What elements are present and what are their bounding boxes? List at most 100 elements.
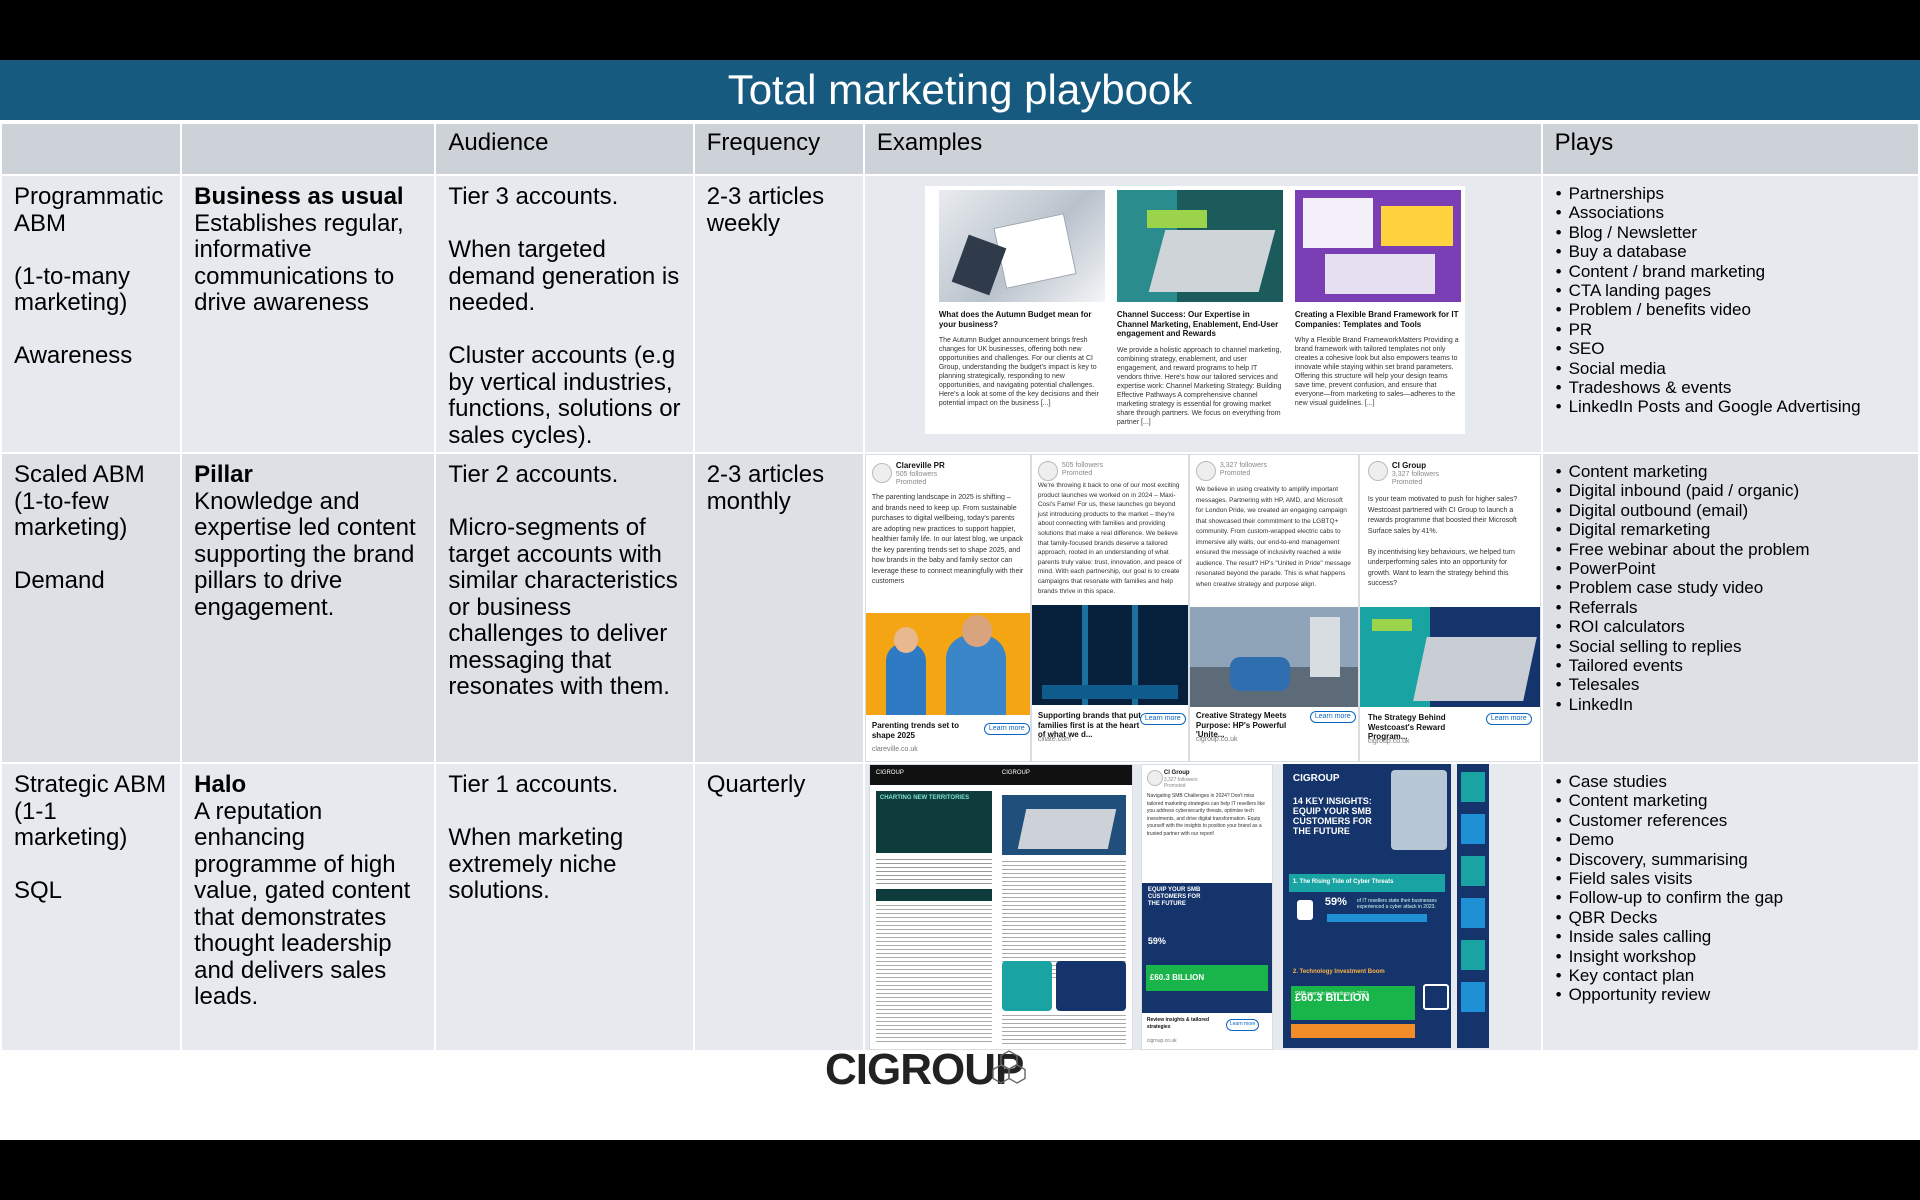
post-promoted: Promoted xyxy=(1163,783,1186,789)
play-item: LinkedIn xyxy=(1556,695,1906,715)
post-text: We believe in using creativity to amplif… xyxy=(1195,486,1351,588)
plays-list: Content marketing Digital inbound (paid … xyxy=(1555,462,1906,715)
post-promoted: Promoted xyxy=(895,479,927,486)
report-brand: CIGROUP xyxy=(1001,770,1030,776)
lock-icon xyxy=(1296,900,1313,920)
poster-stat: 59% xyxy=(1324,896,1347,908)
post-domain: cigroup.co.uk xyxy=(1367,738,1410,745)
post-image xyxy=(1031,605,1188,705)
table-header-row: Audience Frequency Examples Plays xyxy=(2,124,1918,174)
linkedin-post: 505 followers Promoted We're throwing it… xyxy=(1030,454,1189,762)
play-item: Partnerships xyxy=(1556,184,1906,204)
row-examples: CIGROUP CIGROUP CHARTING NEW TERRITORIES xyxy=(864,764,1541,1050)
play-item: Content marketing xyxy=(1556,791,1906,811)
row-strategy: Business as usual Establishes regular, i… xyxy=(182,176,435,452)
qr-code-icon xyxy=(1422,984,1449,1010)
row-audience: Tier 3 accounts. When targeted demand ge… xyxy=(436,176,693,452)
article-title: What does the Autumn Budget mean for you… xyxy=(938,310,1092,329)
row-type: Programmatic ABM (1-to-many marketing) A… xyxy=(2,176,181,452)
play-item: Content marketing xyxy=(1556,462,1906,482)
post-image xyxy=(865,613,1030,715)
article-image-brand xyxy=(1294,190,1461,302)
play-item: SEO xyxy=(1556,339,1906,359)
play-item: Problem / benefits video xyxy=(1556,300,1906,320)
play-item: Blog / Newsletter xyxy=(1556,223,1906,243)
table-row: Programmatic ABM (1-to-many marketing) A… xyxy=(2,176,1918,452)
post-caption: Review insights & tailored strategies xyxy=(1146,1017,1210,1030)
strategy-description: Knowledge and expertise led content supp… xyxy=(194,487,416,621)
row-plays: Content marketing Digital inbound (paid … xyxy=(1542,454,1918,762)
article-title: Channel Success: Our Expertise in Channe… xyxy=(1116,310,1279,338)
play-item: PowerPoint xyxy=(1556,559,1906,579)
strategy-title: Halo xyxy=(194,771,247,798)
post-learn-more-button: Learn more xyxy=(983,723,1030,735)
slide-title: Total marketing playbook xyxy=(0,60,1920,122)
hexagon-logo-icon xyxy=(992,1050,1026,1084)
row-type: Scaled ABM (1-to-few marketing) Demand xyxy=(2,454,181,762)
slide: Total marketing playbook Audience Freque… xyxy=(0,60,1920,1140)
post-caption: Parenting trends set to shape 2025 xyxy=(871,721,959,740)
poster-person-image xyxy=(1390,770,1447,850)
play-item: Tailored events xyxy=(1556,656,1906,676)
poster-brand: CIGROUP xyxy=(1292,773,1340,784)
play-item: Problem case study video xyxy=(1556,578,1906,598)
play-item: Insight workshop xyxy=(1556,947,1906,967)
header-cell-strategy xyxy=(182,124,435,174)
linkedin-post: 3,327 followers Promoted We believe in u… xyxy=(1188,454,1359,762)
play-item: CTA landing pages xyxy=(1556,281,1906,301)
post-text: Is your team motivated to push for highe… xyxy=(1367,496,1518,587)
header-cell-examples: Examples xyxy=(864,124,1541,174)
row-plays: Case studies Content marketing Customer … xyxy=(1542,764,1918,1050)
linkedin-report-post: CI Group 3,327 followers Promoted Naviga… xyxy=(1140,764,1273,1050)
row-audience: Tier 2 accounts. Micro-segments of targe… xyxy=(436,454,693,762)
report-laptop-image xyxy=(1001,795,1126,855)
post-learn-more-button: Learn more xyxy=(1309,711,1356,723)
report-brand: CIGROUP xyxy=(875,770,904,776)
article-image-channel xyxy=(1116,190,1283,302)
post-image xyxy=(1359,607,1540,707)
row-strategy: Halo A reputation enhancing programme of… xyxy=(182,764,435,1050)
post-learn-more-button: Learn more xyxy=(1225,1019,1260,1031)
poster-big-sub: SMB spent in technology in 2023 xyxy=(1294,991,1368,997)
play-item: Tradeshows & events xyxy=(1556,378,1906,398)
post-learn-more-button: Learn more xyxy=(1139,713,1186,725)
article-image-budget xyxy=(938,190,1105,302)
play-item: Key contact plan xyxy=(1556,966,1906,986)
header-cell-audience: Audience xyxy=(436,124,693,174)
article-body: We provide a holistic approach to channe… xyxy=(1116,347,1282,426)
row-frequency: 2-3 articles monthly xyxy=(694,454,863,762)
row-examples: What does the Autumn Budget mean for you… xyxy=(864,176,1541,452)
report-headline: CHARTING NEW TERRITORIES xyxy=(879,795,970,801)
play-item: Customer references xyxy=(1556,811,1906,831)
row-plays: Partnerships Associations Blog / Newslet… xyxy=(1542,176,1918,452)
play-item: Buy a database xyxy=(1556,242,1906,262)
plays-list: Partnerships Associations Blog / Newslet… xyxy=(1555,184,1906,417)
play-item: Opportunity review xyxy=(1556,985,1906,1005)
play-item: LinkedIn Posts and Google Advertising xyxy=(1556,397,1906,417)
poster-stat-text: of IT resellers state their businesses e… xyxy=(1356,898,1437,910)
row-audience: Tier 1 accounts. When marketing extremel… xyxy=(436,764,693,1050)
header-cell-type xyxy=(2,124,181,174)
report-spread-image: CIGROUP CIGROUP CHARTING NEW TERRITORIES xyxy=(868,764,1133,1050)
header-cell-plays: Plays xyxy=(1542,124,1918,174)
header-cell-frequency: Frequency xyxy=(694,124,863,174)
post-promoted: Promoted xyxy=(1061,470,1093,477)
play-item: Discovery, summarising xyxy=(1556,850,1906,870)
post-learn-more-button: Learn more xyxy=(1485,713,1532,725)
playbook-table: Audience Frequency Examples Plays Progra… xyxy=(0,122,1920,1052)
post-domain: cigroup.co.uk xyxy=(1195,736,1238,743)
play-item: PR xyxy=(1556,320,1906,340)
strategy-description: Establishes regular, informative communi… xyxy=(194,209,404,316)
plays-list: Case studies Content marketing Customer … xyxy=(1555,772,1906,1005)
post-domain: ciliate.com xyxy=(1037,736,1071,743)
play-item: Case studies xyxy=(1556,772,1906,792)
play-item: Digital remarketing xyxy=(1556,520,1906,540)
play-item: QBR Decks xyxy=(1556,908,1906,928)
poster-section-2: 2. Technology Investment Boom xyxy=(1292,969,1385,975)
post-text: Navigating SMB Challenges in 2024? Don't… xyxy=(1146,793,1265,837)
post-text: The parenting landscape in 2025 is shift… xyxy=(871,494,1024,585)
row-frequency: Quarterly xyxy=(694,764,863,1050)
play-item: Content / brand marketing xyxy=(1556,262,1906,282)
play-item: Social selling to replies xyxy=(1556,637,1906,657)
insights-poster: CIGROUP 14 KEY INSIGHTS: EQUIP YOUR SMB … xyxy=(1282,764,1451,1048)
